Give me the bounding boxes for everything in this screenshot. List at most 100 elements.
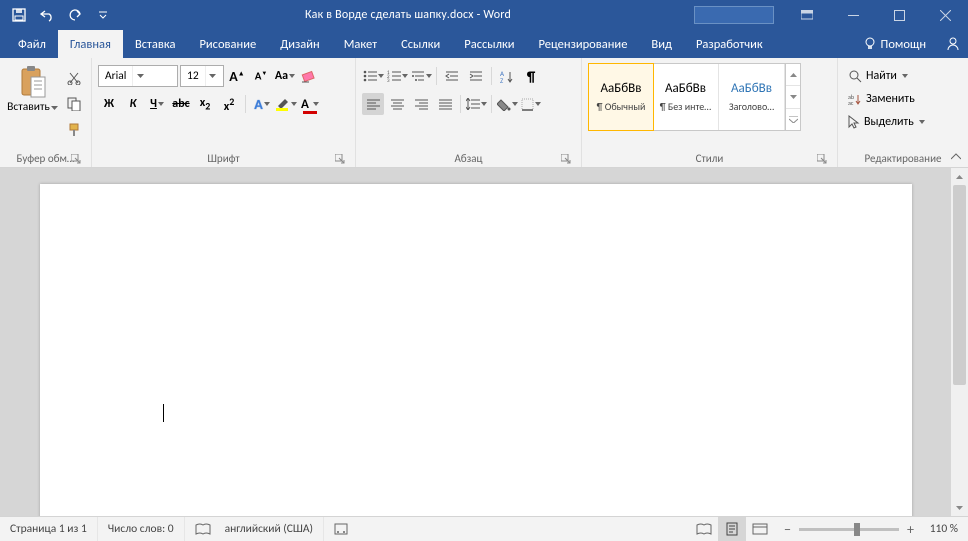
eraser-icon xyxy=(301,69,317,83)
book-proof-icon xyxy=(195,522,211,536)
gallery-up[interactable] xyxy=(786,64,800,86)
sort-button[interactable]: AZ xyxy=(496,65,518,87)
group-styles-label: Стили xyxy=(696,152,724,165)
font-name-combo[interactable]: Arial xyxy=(98,65,178,87)
tell-me[interactable]: Помощн xyxy=(851,30,938,58)
bold-button[interactable]: Ж xyxy=(98,93,120,115)
replace-button[interactable]: abacЗаменить xyxy=(844,88,929,110)
minimize-icon[interactable] xyxy=(830,0,876,30)
vertical-scrollbar[interactable] xyxy=(951,168,968,516)
font-dialog-launcher[interactable] xyxy=(335,154,347,166)
justify-button[interactable] xyxy=(434,93,456,115)
view-print-layout[interactable] xyxy=(718,517,746,541)
text-effects-button[interactable]: A xyxy=(251,93,273,115)
page[interactable] xyxy=(40,184,912,516)
show-marks-button[interactable]: ¶ xyxy=(520,65,542,87)
redo-icon[interactable] xyxy=(66,6,84,24)
paragraph-dialog-launcher[interactable] xyxy=(561,154,573,166)
style-heading1[interactable]: АаБбВвЗаголово… xyxy=(719,64,785,130)
shading-button[interactable] xyxy=(496,93,518,115)
zoom-level[interactable]: 110 % xyxy=(922,522,958,536)
tab-mailings[interactable]: Рассылки xyxy=(452,30,526,58)
undo-icon[interactable] xyxy=(38,6,56,24)
tab-review[interactable]: Рецензирование xyxy=(527,30,640,58)
gallery-down[interactable] xyxy=(786,86,800,108)
borders-button[interactable] xyxy=(520,93,542,115)
align-right-button[interactable] xyxy=(410,93,432,115)
clear-formatting-button[interactable] xyxy=(298,65,320,87)
tab-insert[interactable]: Вставка xyxy=(123,30,188,58)
clipboard-dialog-launcher[interactable] xyxy=(71,154,83,166)
align-left-button[interactable] xyxy=(362,93,384,115)
grow-font-button[interactable]: A▲ xyxy=(226,65,248,87)
align-center-button[interactable] xyxy=(386,93,408,115)
tab-layout[interactable]: Макет xyxy=(332,30,389,58)
bullets-button[interactable] xyxy=(362,65,384,87)
increase-indent-button[interactable] xyxy=(465,65,487,87)
scroll-up[interactable] xyxy=(951,168,968,185)
account-placeholder[interactable] xyxy=(694,6,774,24)
scroll-thumb[interactable] xyxy=(953,185,966,385)
cursor-icon xyxy=(848,115,860,129)
select-button[interactable]: Выделить xyxy=(844,111,929,133)
tab-home[interactable]: Главная xyxy=(58,30,123,58)
highlight-button[interactable] xyxy=(275,93,297,115)
document-scroll[interactable] xyxy=(0,168,951,516)
italic-button[interactable]: К xyxy=(122,93,144,115)
search-icon xyxy=(848,69,862,83)
numbering-button[interactable]: 123 xyxy=(386,65,408,87)
group-paragraph: 123 AZ ¶ Абзац xyxy=(356,58,582,167)
styles-gallery: АаБбВв¶ Обычный АаБбВв¶ Без инте… АаБбВв… xyxy=(588,63,801,131)
cut-icon xyxy=(67,71,81,85)
group-clipboard: Вставить Буфер обм… xyxy=(0,58,92,167)
view-read-mode[interactable] xyxy=(690,517,718,541)
share-icon[interactable] xyxy=(938,30,968,58)
status-page[interactable]: Страница 1 из 1 xyxy=(0,517,98,541)
tab-developer[interactable]: Разработчик xyxy=(684,30,775,58)
status-words[interactable]: Число слов: 0 xyxy=(98,517,185,541)
multilevel-list-button[interactable] xyxy=(410,65,432,87)
change-case-button[interactable]: Aa xyxy=(274,65,296,87)
status-spellcheck[interactable] xyxy=(185,517,215,541)
qat-dropdown-icon[interactable] xyxy=(94,6,112,24)
cut-button[interactable] xyxy=(63,67,85,89)
tab-design[interactable]: Дизайн xyxy=(268,30,332,58)
tab-draw[interactable]: Рисование xyxy=(187,30,268,58)
group-clipboard-label: Буфер обм… xyxy=(16,152,74,165)
zoom-in[interactable]: + xyxy=(907,521,914,538)
style-normal[interactable]: АаБбВв¶ Обычный xyxy=(588,63,654,131)
format-painter-button[interactable] xyxy=(63,119,85,141)
ribbon-display-options-icon[interactable] xyxy=(784,0,830,30)
zoom-control: − + 110 % xyxy=(774,521,968,538)
underline-button[interactable]: Ч xyxy=(146,93,168,115)
group-font: Arial 12 A▲ A▼ Aa Ж К Ч abc x2 x2 A A Шр… xyxy=(92,58,356,167)
view-web-layout[interactable] xyxy=(746,517,774,541)
styles-dialog-launcher[interactable] xyxy=(817,154,829,166)
strikethrough-button[interactable]: abc xyxy=(170,93,192,115)
tab-view[interactable]: Вид xyxy=(639,30,684,58)
save-icon[interactable] xyxy=(10,6,28,24)
font-size-combo[interactable]: 12 xyxy=(180,65,224,87)
line-spacing-button[interactable] xyxy=(465,93,487,115)
find-button[interactable]: Найти xyxy=(844,65,929,87)
tab-file[interactable]: Файл xyxy=(6,30,58,58)
style-no-spacing[interactable]: АаБбВв¶ Без инте… xyxy=(653,64,719,130)
superscript-button[interactable]: x2 xyxy=(218,93,240,115)
paste-button[interactable]: Вставить xyxy=(6,61,59,114)
shrink-font-button[interactable]: A▼ xyxy=(250,65,272,87)
gallery-expand[interactable] xyxy=(786,109,800,130)
zoom-out[interactable]: − xyxy=(784,521,791,538)
decrease-indent-button[interactable] xyxy=(441,65,463,87)
font-color-button[interactable]: A xyxy=(299,93,321,115)
collapse-ribbon-button[interactable] xyxy=(946,149,966,165)
copy-button[interactable] xyxy=(63,93,85,115)
subscript-button[interactable]: x2 xyxy=(194,93,216,115)
maximize-icon[interactable] xyxy=(876,0,922,30)
tab-references[interactable]: Ссылки xyxy=(389,30,452,58)
zoom-slider[interactable] xyxy=(799,528,899,531)
status-macro[interactable] xyxy=(324,517,358,541)
status-language[interactable]: английский (США) xyxy=(215,517,324,541)
svg-text:3: 3 xyxy=(387,78,390,82)
scroll-down[interactable] xyxy=(951,499,968,516)
close-icon[interactable] xyxy=(922,0,968,30)
